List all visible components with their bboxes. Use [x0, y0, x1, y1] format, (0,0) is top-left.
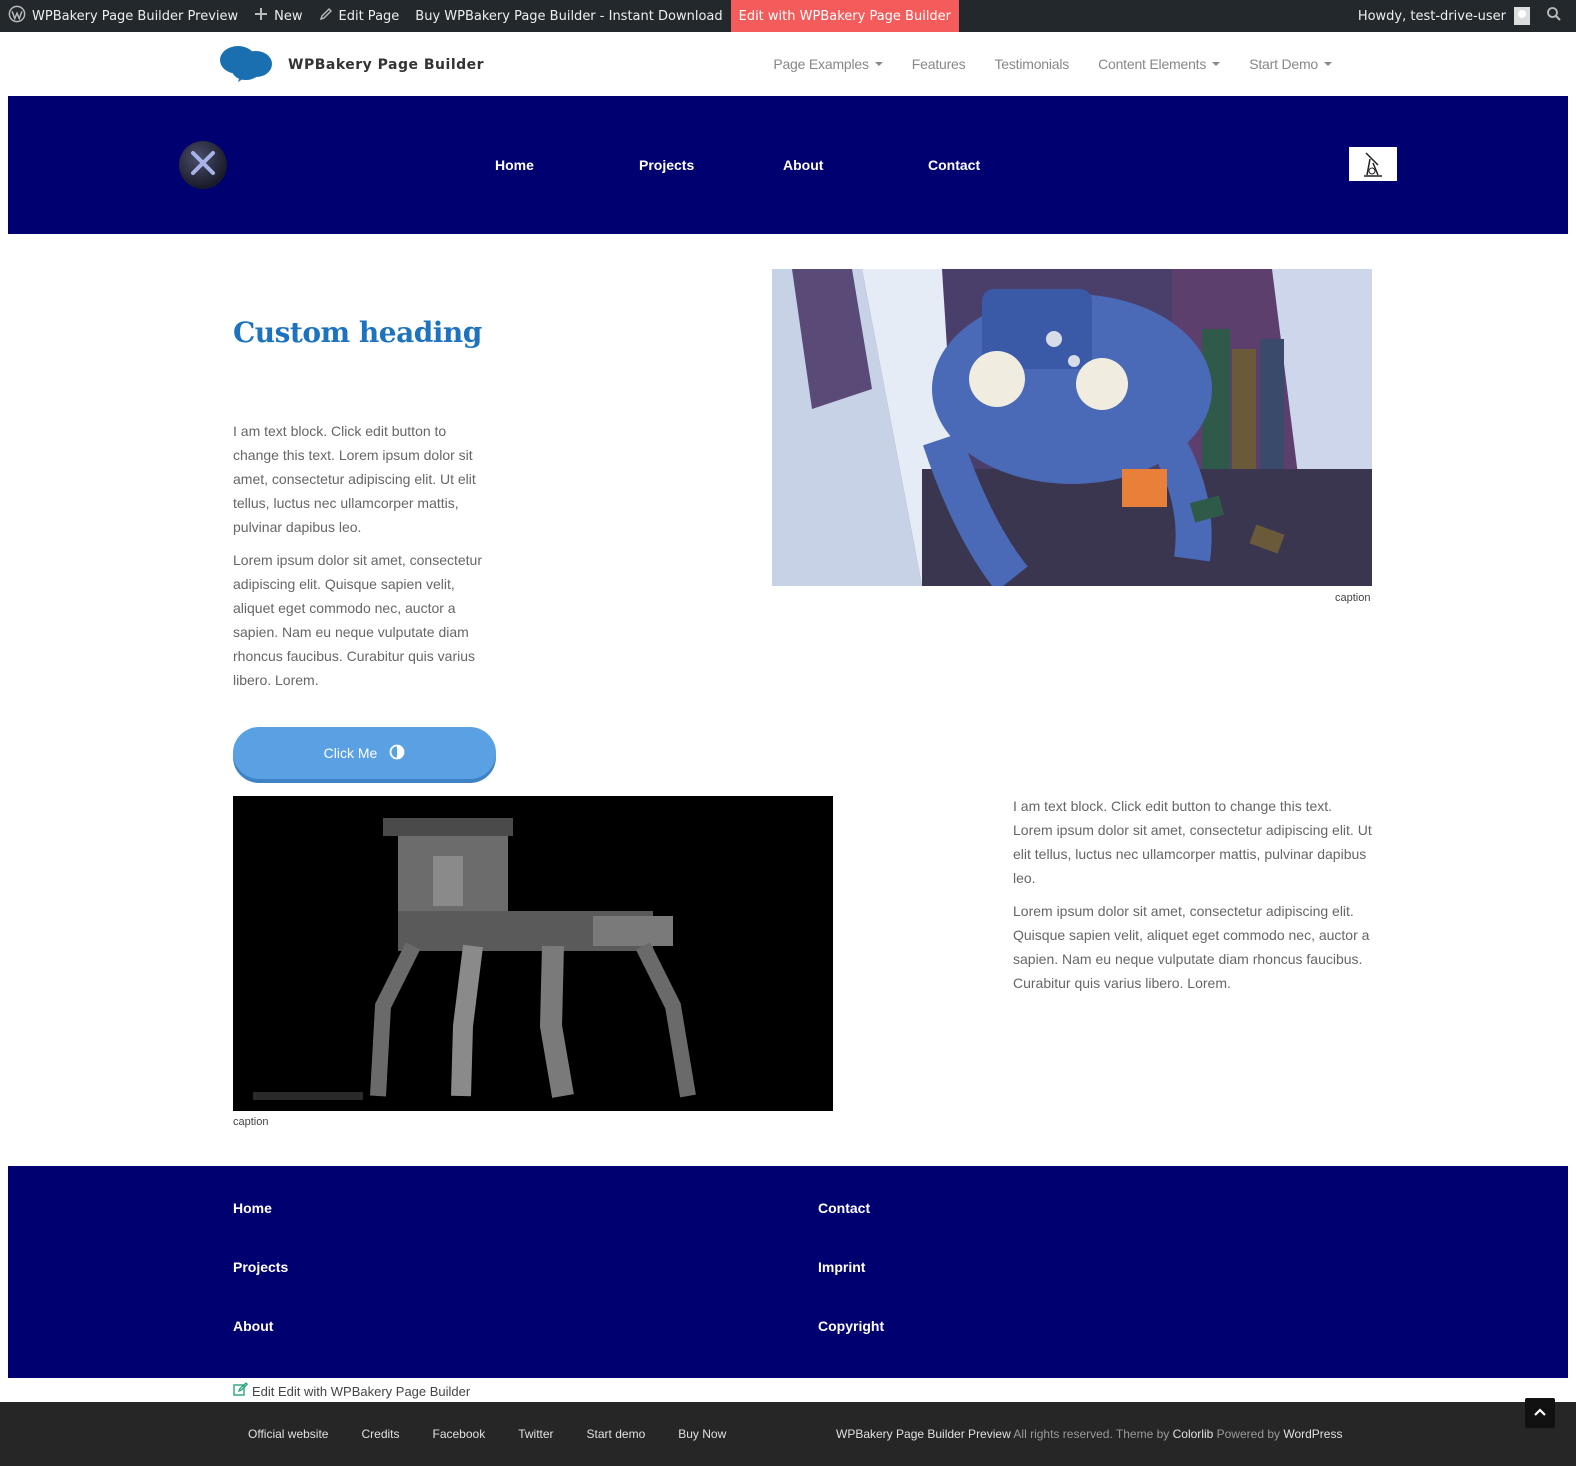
site-logo[interactable]: WPBakery Page Builder — [218, 40, 484, 89]
button-label: Click Me — [323, 745, 378, 761]
close-button[interactable] — [179, 141, 227, 189]
admin-bar-edit-page[interactable]: Edit Page — [311, 0, 408, 32]
footer-link-projects[interactable]: Projects — [233, 1259, 288, 1275]
nav-label: Features — [911, 56, 966, 72]
logo-cloud-icon — [218, 40, 274, 89]
nav-features[interactable]: Features — [912, 56, 966, 72]
footer-link-contact[interactable]: Contact — [818, 1200, 870, 1216]
nav-label: Start Demo — [1249, 56, 1318, 72]
bottom-link-credits[interactable]: Credits — [361, 1427, 399, 1441]
bottom-link-official-website[interactable]: Official website — [248, 1427, 328, 1441]
credit-site-link[interactable]: WPBakery Page Builder Preview — [836, 1427, 1011, 1441]
nav-page-examples[interactable]: Page Examples — [773, 56, 883, 72]
logo-text: WPBakery Page Builder — [288, 56, 485, 73]
nav-start-demo[interactable]: Start Demo — [1249, 56, 1332, 72]
anime-robot-image — [772, 269, 1372, 586]
wordpress-icon — [8, 5, 32, 27]
footer-link-about[interactable]: About — [233, 1318, 273, 1334]
nav-label: Page Examples — [773, 56, 869, 72]
credit-text: Powered by — [1213, 1427, 1284, 1441]
edit-link-text: Edit Edit with WPBakery Page Builder — [252, 1383, 471, 1399]
nav-label: Testimonials — [994, 56, 1070, 72]
admin-bar-account[interactable]: Howdy, test-drive-user — [1350, 0, 1538, 32]
caret-down-icon — [1324, 62, 1332, 66]
nav-content-elements[interactable]: Content Elements — [1098, 56, 1221, 72]
footer-nav-band: Home Projects About Contact Imprint Copy… — [8, 1166, 1568, 1378]
bottom-link-facebook[interactable]: Facebook — [433, 1427, 486, 1441]
admin-bar-edit-page-label: Edit Page — [338, 8, 400, 24]
admin-bar-site-name: WPBakery Page Builder Preview — [32, 8, 239, 24]
bottom-link-twitter[interactable]: Twitter — [518, 1427, 553, 1441]
admin-bar: WPBakery Page Builder Preview New Edit P… — [0, 0, 1576, 32]
text-paragraph: I am text block. Click edit button to ch… — [1013, 798, 1372, 886]
edit-with-builder-link[interactable]: Edit Edit with WPBakery Page Builder — [233, 1382, 470, 1400]
site-header: WPBakery Page Builder Page Examples Feat… — [0, 32, 1576, 96]
admin-bar-site[interactable]: WPBakery Page Builder Preview — [0, 0, 246, 32]
footer-link-copyright[interactable]: Copyright — [818, 1318, 884, 1334]
custom-heading: Custom heading — [233, 316, 482, 349]
admin-bar-buy[interactable]: Buy WPBakery Page Builder - Instant Down… — [407, 0, 730, 32]
scroll-to-top-button[interactable] — [1525, 1398, 1555, 1428]
admin-bar-new[interactable]: New — [246, 0, 310, 32]
walker-robot-image — [233, 796, 833, 1111]
credit-line: WPBakery Page Builder Preview All rights… — [836, 1402, 1342, 1466]
plus-icon — [254, 7, 274, 25]
text-paragraph: Lorem ipsum dolor sit amet, consectetur … — [233, 552, 482, 688]
bottom-bar: Official website Credits Facebook Twitte… — [0, 1402, 1576, 1466]
caret-down-icon — [874, 62, 883, 66]
thumbnail-image[interactable] — [1349, 147, 1397, 181]
close-icon — [188, 148, 218, 183]
admin-bar-edit-with-builder[interactable]: Edit with WPBakery Page Builder — [730, 0, 960, 32]
howdy-label: Howdy, test-drive-user — [1357, 8, 1506, 24]
text-paragraph: Lorem ipsum dolor sit amet, consectetur … — [1013, 903, 1370, 991]
admin-bar-new-label: New — [274, 8, 303, 24]
click-me-button[interactable]: Click Me — [233, 727, 496, 779]
chevron-up-icon — [1534, 1404, 1546, 1422]
admin-bar-search[interactable] — [1538, 0, 1576, 32]
band-link-about[interactable]: About — [783, 157, 823, 173]
credit-wordpress-link[interactable]: WordPress — [1283, 1427, 1342, 1441]
hero-nav-band: Home Projects About Contact — [8, 96, 1568, 234]
footer-link-home[interactable]: Home — [233, 1200, 272, 1216]
caret-down-icon — [1212, 62, 1221, 66]
nav-testimonials[interactable]: Testimonials — [994, 56, 1069, 72]
text-paragraph: I am text block. Click edit button to ch… — [233, 423, 476, 535]
bottom-link-start-demo[interactable]: Start demo — [587, 1427, 646, 1441]
footer-link-imprint[interactable]: Imprint — [818, 1259, 865, 1275]
band-link-home[interactable]: Home — [495, 157, 534, 173]
credit-text: All rights reserved. Theme by — [1010, 1427, 1173, 1441]
pencil-icon — [319, 7, 339, 25]
band-link-projects[interactable]: Projects — [639, 157, 694, 173]
text-block-left: I am text block. Click edit button to ch… — [233, 419, 495, 701]
band-link-contact[interactable]: Contact — [928, 157, 980, 173]
bottom-links: Official website Credits Facebook Twitte… — [248, 1402, 759, 1466]
bottom-link-buy-now[interactable]: Buy Now — [678, 1427, 726, 1441]
search-icon — [1546, 6, 1568, 26]
half-circle-icon — [389, 744, 405, 763]
nav-label: Content Elements — [1098, 56, 1207, 72]
image-caption: caption — [233, 1116, 269, 1128]
credit-theme-link[interactable]: Colorlib — [1173, 1427, 1214, 1441]
top-navigation: Page Examples Features Testimonials Cont… — [744, 32, 1332, 96]
image-caption: caption — [1335, 592, 1371, 604]
text-block-right: I am text block. Click edit button to ch… — [1013, 794, 1373, 1004]
avatar — [1514, 7, 1530, 25]
edit-icon — [233, 1382, 252, 1400]
